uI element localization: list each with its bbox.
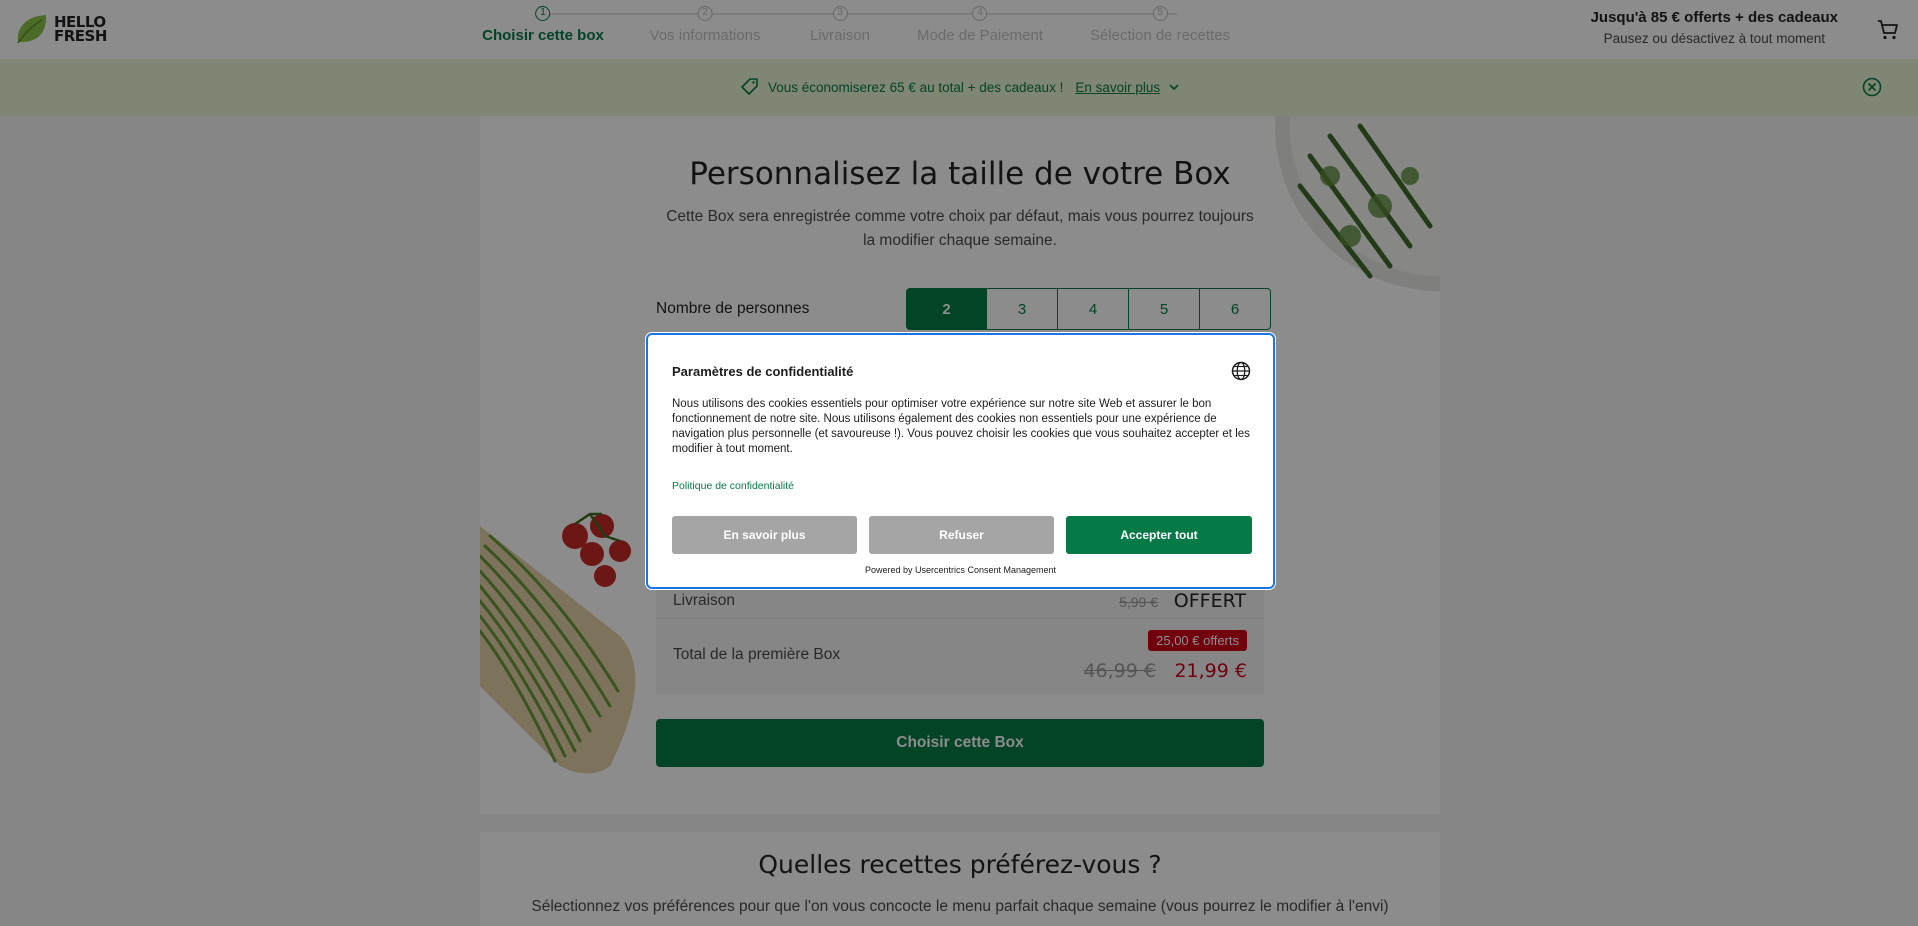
- powered-by-text: Powered by Usercentrics Consent Manageme…: [864, 565, 1057, 575]
- consent-body: Nous utilisons des cookies essentiels po…: [672, 398, 1250, 455]
- accept-all-button[interactable]: Accepter tout: [1066, 516, 1252, 554]
- privacy-policy-link[interactable]: Politique de confidentialité: [672, 480, 794, 492]
- refuse-button[interactable]: Refuser: [869, 516, 1054, 554]
- globe-language-icon[interactable]: [1231, 361, 1251, 381]
- cookie-consent-dialog: Paramètres de confidentialité Nous utili…: [646, 333, 1275, 589]
- more-info-button[interactable]: En savoir plus: [672, 516, 857, 554]
- consent-actions: En savoir plus Refuser Accepter tout: [672, 516, 1252, 554]
- consent-title: Paramètres de confidentialité: [672, 364, 854, 379]
